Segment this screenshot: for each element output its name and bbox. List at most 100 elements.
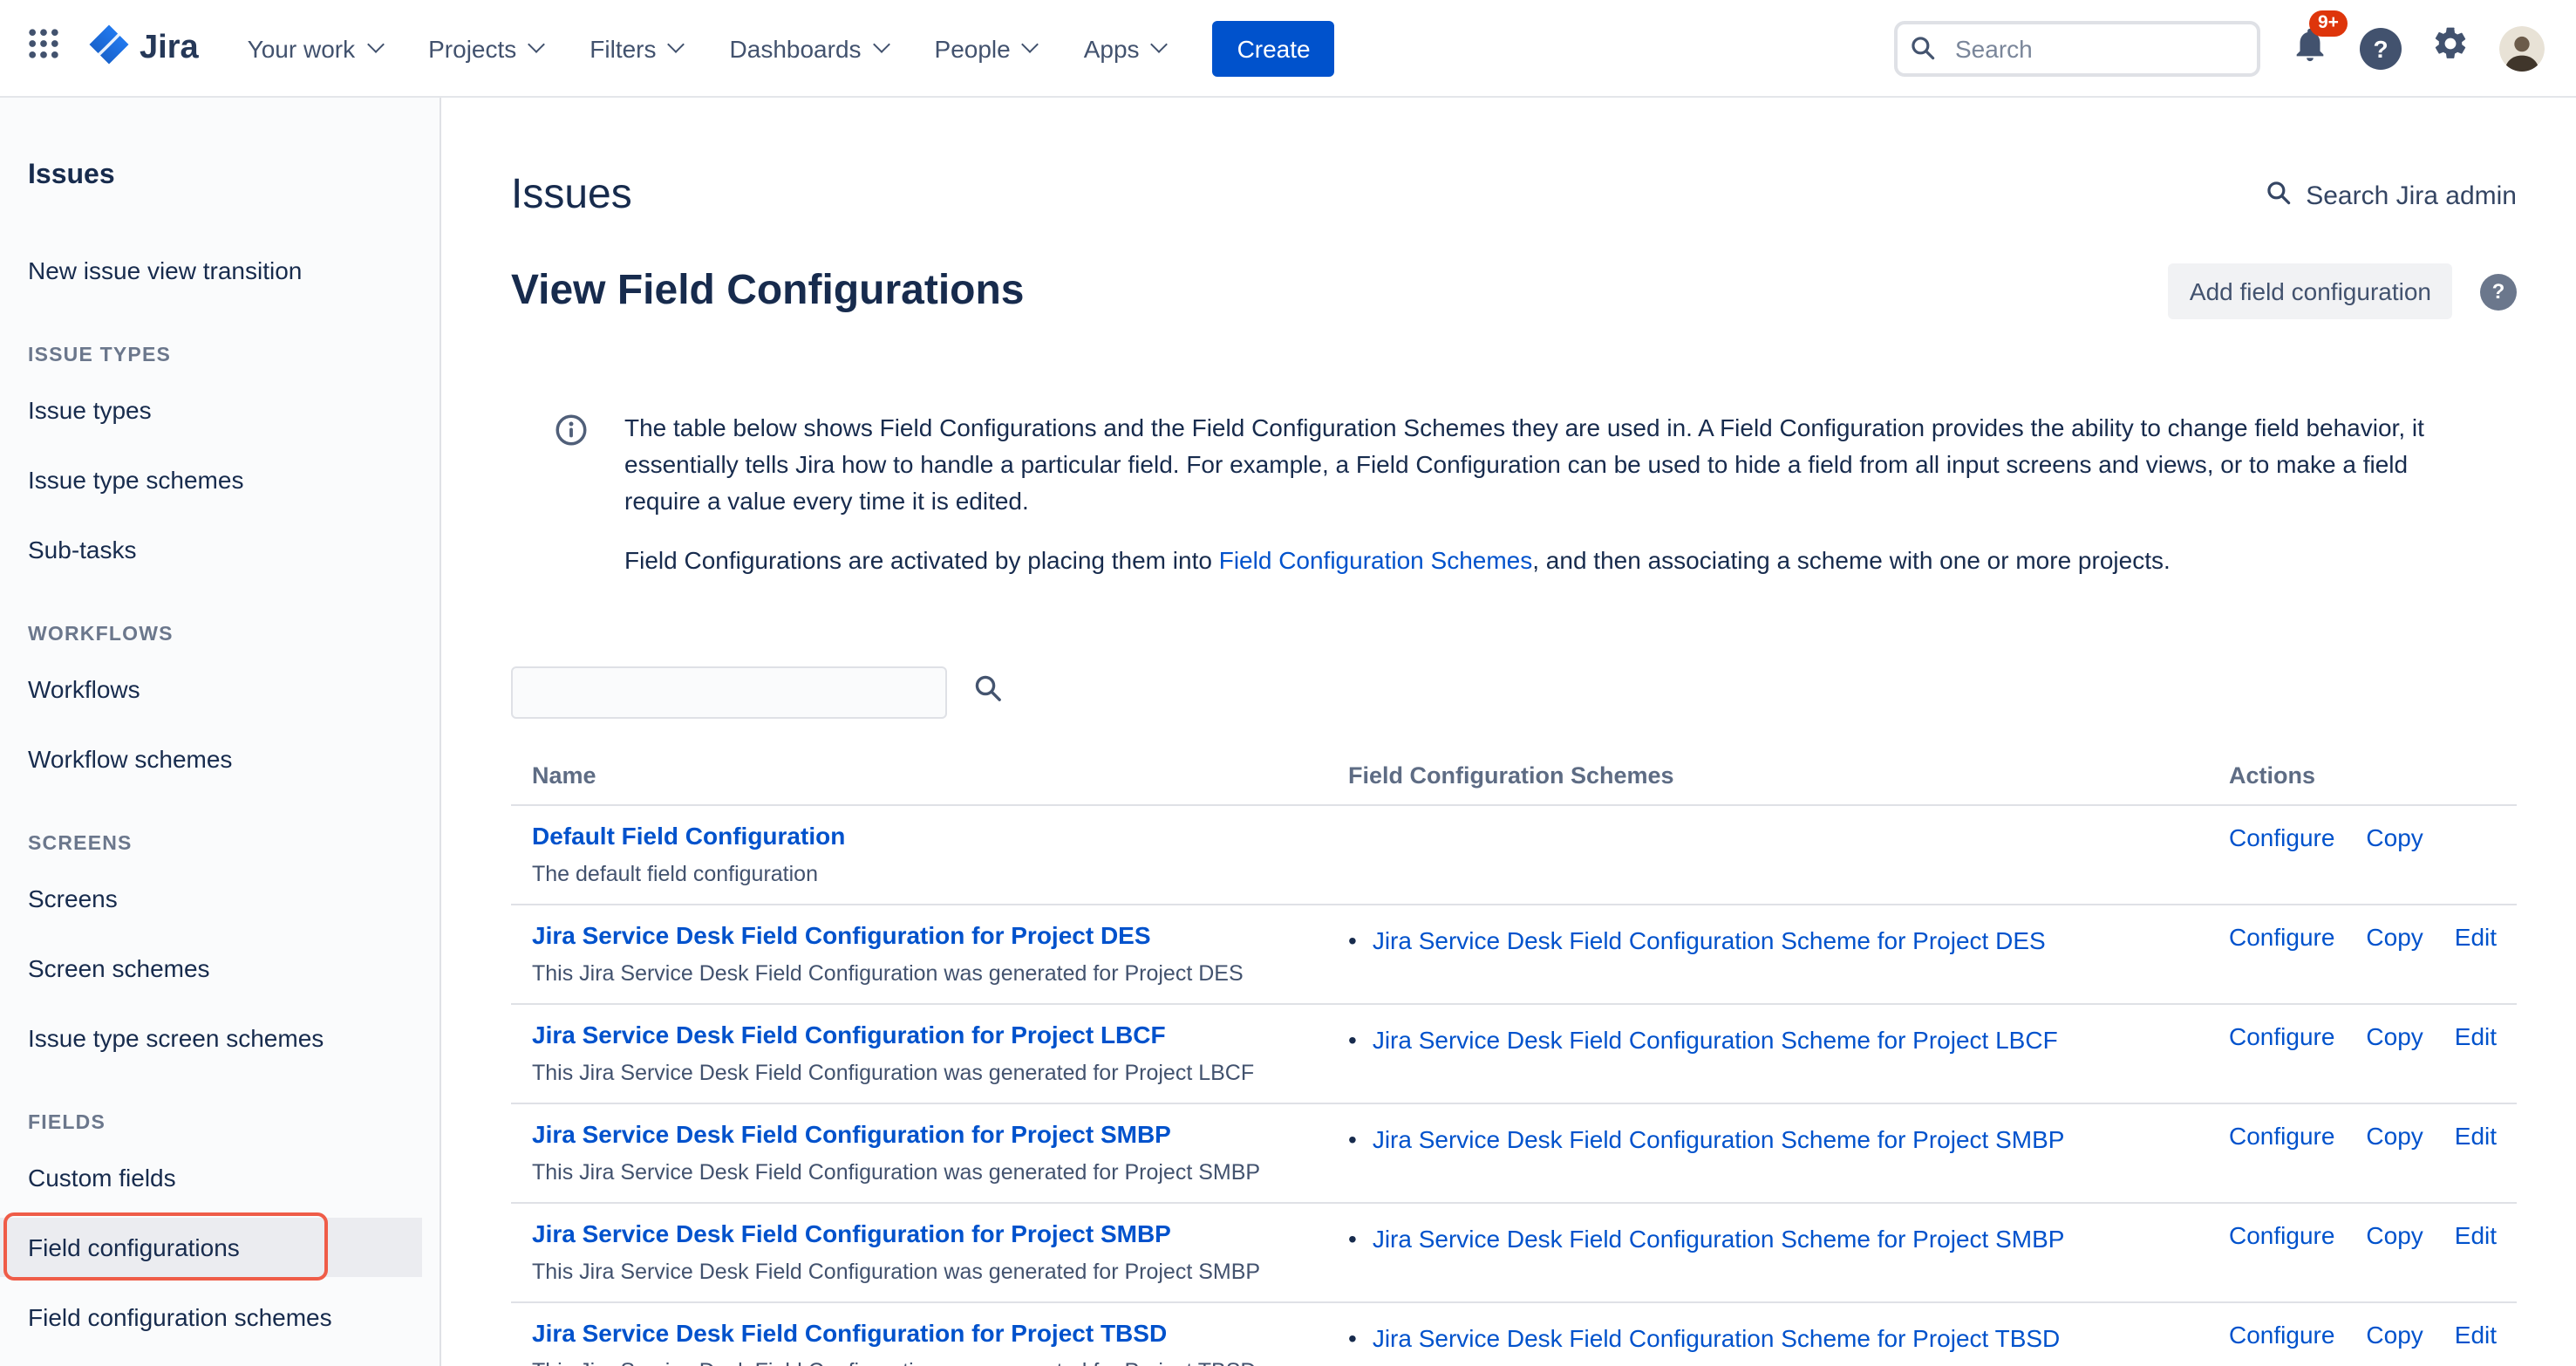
configure-link[interactable]: Configure xyxy=(2229,923,2334,951)
info-panel: The table below shows Field Configuratio… xyxy=(511,410,2517,579)
scheme-link[interactable]: Jira Service Desk Field Configuration Sc… xyxy=(1373,1022,2058,1057)
help-button[interactable]: ? xyxy=(2360,27,2402,69)
field-config-name-link[interactable]: Jira Service Desk Field Configuration fo… xyxy=(532,1219,1171,1247)
sidebar-item-custom-fields[interactable]: Custom fields xyxy=(0,1148,422,1207)
table-row: Default Field Configuration The default … xyxy=(511,806,2517,905)
sidebar-item-label: Field configurations xyxy=(28,1233,240,1261)
admin-sidebar: Issues New issue view transition ISSUE T… xyxy=(0,98,441,1366)
sidebar-item-sub-tasks[interactable]: Sub-tasks xyxy=(0,520,422,579)
filter-search-icon[interactable] xyxy=(973,673,1003,712)
edit-link[interactable]: Edit xyxy=(2455,1221,2497,1249)
field-config-name-link[interactable]: Default Field Configuration xyxy=(532,822,845,850)
nav-label: Dashboards xyxy=(730,34,862,62)
question-mark-icon: ? xyxy=(2373,34,2388,62)
table-header-row: Name Field Configuration Schemes Actions xyxy=(511,752,2517,806)
field-configurations-table: Name Field Configuration Schemes Actions… xyxy=(511,752,2517,1366)
column-header-name: Name xyxy=(511,762,1348,789)
nav-dashboards[interactable]: Dashboards xyxy=(730,34,888,62)
sidebar-item-issue-types[interactable]: Issue types xyxy=(0,380,422,440)
nav-label: Apps xyxy=(1084,34,1140,62)
sidebar-heading-issue-types: ISSUE TYPES xyxy=(0,345,440,366)
field-config-name-link[interactable]: Jira Service Desk Field Configuration fo… xyxy=(532,921,1151,949)
question-mark-icon: ? xyxy=(2492,279,2505,304)
field-config-description: This Jira Service Desk Field Configurati… xyxy=(532,1160,1348,1185)
add-field-configuration-button[interactable]: Add field configuration xyxy=(2169,263,2452,319)
field-config-description: This Jira Service Desk Field Configurati… xyxy=(532,961,1348,986)
field-config-name-link[interactable]: Jira Service Desk Field Configuration fo… xyxy=(532,1021,1166,1048)
info-paragraph-1: The table below shows Field Configuratio… xyxy=(624,410,2459,520)
scheme-link[interactable]: Jira Service Desk Field Configuration Sc… xyxy=(1373,923,2046,958)
sidebar-item-issue-type-screen-schemes[interactable]: Issue type screen schemes xyxy=(0,1008,422,1068)
nav-label: Filters xyxy=(589,34,656,62)
table-row: Jira Service Desk Field Configuration fo… xyxy=(511,1204,2517,1303)
scheme-link[interactable]: Jira Service Desk Field Configuration Sc… xyxy=(1373,1321,2060,1356)
field-config-description: This Jira Service Desk Field Configurati… xyxy=(532,1260,1348,1284)
scheme-link[interactable]: Jira Service Desk Field Configuration Sc… xyxy=(1373,1221,2065,1256)
copy-link[interactable]: Copy xyxy=(2366,1221,2423,1249)
notifications-badge: 9+ xyxy=(2309,10,2348,37)
copy-link[interactable]: Copy xyxy=(2366,1122,2423,1150)
field-config-name-link[interactable]: Jira Service Desk Field Configuration fo… xyxy=(532,1120,1171,1148)
notifications-button[interactable]: 9+ xyxy=(2290,24,2330,72)
jira-logo[interactable]: Jira xyxy=(87,22,199,74)
configure-link[interactable]: Configure xyxy=(2229,1122,2334,1150)
top-navbar: Jira Your work Projects Filters Dashboar… xyxy=(0,0,2576,98)
sidebar-item-field-configuration-schemes[interactable]: Field configuration schemes xyxy=(0,1287,422,1347)
chevron-down-icon xyxy=(528,36,545,53)
copy-link[interactable]: Copy xyxy=(2366,823,2423,851)
primary-nav: Your work Projects Filters Dashboards Pe… xyxy=(248,34,1166,62)
edit-link[interactable]: Edit xyxy=(2455,1321,2497,1349)
page-title: Issues xyxy=(511,171,632,220)
sidebar-item-new-issue-view-transition[interactable]: New issue view transition xyxy=(0,241,422,300)
scheme-cell-empty xyxy=(1348,822,2229,886)
nav-label: Projects xyxy=(428,34,516,62)
bullet: • xyxy=(1348,1122,1357,1157)
nav-label: People xyxy=(935,34,1011,62)
nav-people[interactable]: People xyxy=(935,34,1037,62)
edit-link[interactable]: Edit xyxy=(2455,1022,2497,1050)
info-text-segment: Field Configurations are activated by pl… xyxy=(624,546,1219,574)
settings-button[interactable] xyxy=(2431,24,2470,72)
configure-link[interactable]: Configure xyxy=(2229,1321,2334,1349)
configure-link[interactable]: Configure xyxy=(2229,1221,2334,1249)
sidebar-item-issue-type-schemes[interactable]: Issue type schemes xyxy=(0,450,422,509)
sidebar-item-workflow-schemes[interactable]: Workflow schemes xyxy=(0,729,422,789)
nav-your-work[interactable]: Your work xyxy=(248,34,382,62)
field-config-name-link[interactable]: Jira Service Desk Field Configuration fo… xyxy=(532,1319,1167,1347)
info-text-segment: , and then associating a scheme with one… xyxy=(1532,546,2171,574)
sidebar-item-field-configurations[interactable]: Field configurations xyxy=(0,1218,422,1277)
table-row: Jira Service Desk Field Configuration fo… xyxy=(511,1104,2517,1204)
section-help-button[interactable]: ? xyxy=(2480,273,2517,310)
sidebar-heading-fields: FIELDS xyxy=(0,1113,440,1134)
global-search-input[interactable] xyxy=(1894,20,2260,76)
sidebar-title: Issues xyxy=(0,161,440,192)
navbar-right-cluster: 9+ ? xyxy=(1894,20,2545,76)
nav-apps[interactable]: Apps xyxy=(1084,34,1166,62)
edit-link[interactable]: Edit xyxy=(2455,1122,2497,1150)
table-row: Jira Service Desk Field Configuration fo… xyxy=(511,1005,2517,1104)
configure-link[interactable]: Configure xyxy=(2229,823,2334,851)
field-configuration-schemes-link[interactable]: Field Configuration Schemes xyxy=(1219,546,1533,574)
search-jira-admin-link[interactable]: Search Jira admin xyxy=(2266,179,2517,212)
sidebar-item-screen-schemes[interactable]: Screen schemes xyxy=(0,939,422,998)
copy-link[interactable]: Copy xyxy=(2366,1022,2423,1050)
chevron-down-icon xyxy=(668,36,685,53)
copy-link[interactable]: Copy xyxy=(2366,1321,2423,1349)
info-paragraph-2: Field Configurations are activated by pl… xyxy=(624,543,2459,579)
sidebar-item-screens[interactable]: Screens xyxy=(0,869,422,928)
bullet: • xyxy=(1348,1321,1357,1356)
filter-table-input[interactable] xyxy=(511,666,947,719)
app-switcher-button[interactable] xyxy=(24,24,63,72)
copy-link[interactable]: Copy xyxy=(2366,923,2423,951)
edit-link[interactable]: Edit xyxy=(2455,923,2497,951)
nav-filters[interactable]: Filters xyxy=(589,34,682,62)
scheme-link[interactable]: Jira Service Desk Field Configuration Sc… xyxy=(1373,1122,2065,1157)
configure-link[interactable]: Configure xyxy=(2229,1022,2334,1050)
app-switcher-grid-icon xyxy=(24,24,63,72)
chevron-down-icon xyxy=(873,36,890,53)
sidebar-item-workflows[interactable]: Workflows xyxy=(0,659,422,719)
create-button[interactable]: Create xyxy=(1213,20,1335,76)
nav-projects[interactable]: Projects xyxy=(428,34,542,62)
info-icon xyxy=(553,412,589,579)
user-avatar[interactable] xyxy=(2499,25,2545,71)
